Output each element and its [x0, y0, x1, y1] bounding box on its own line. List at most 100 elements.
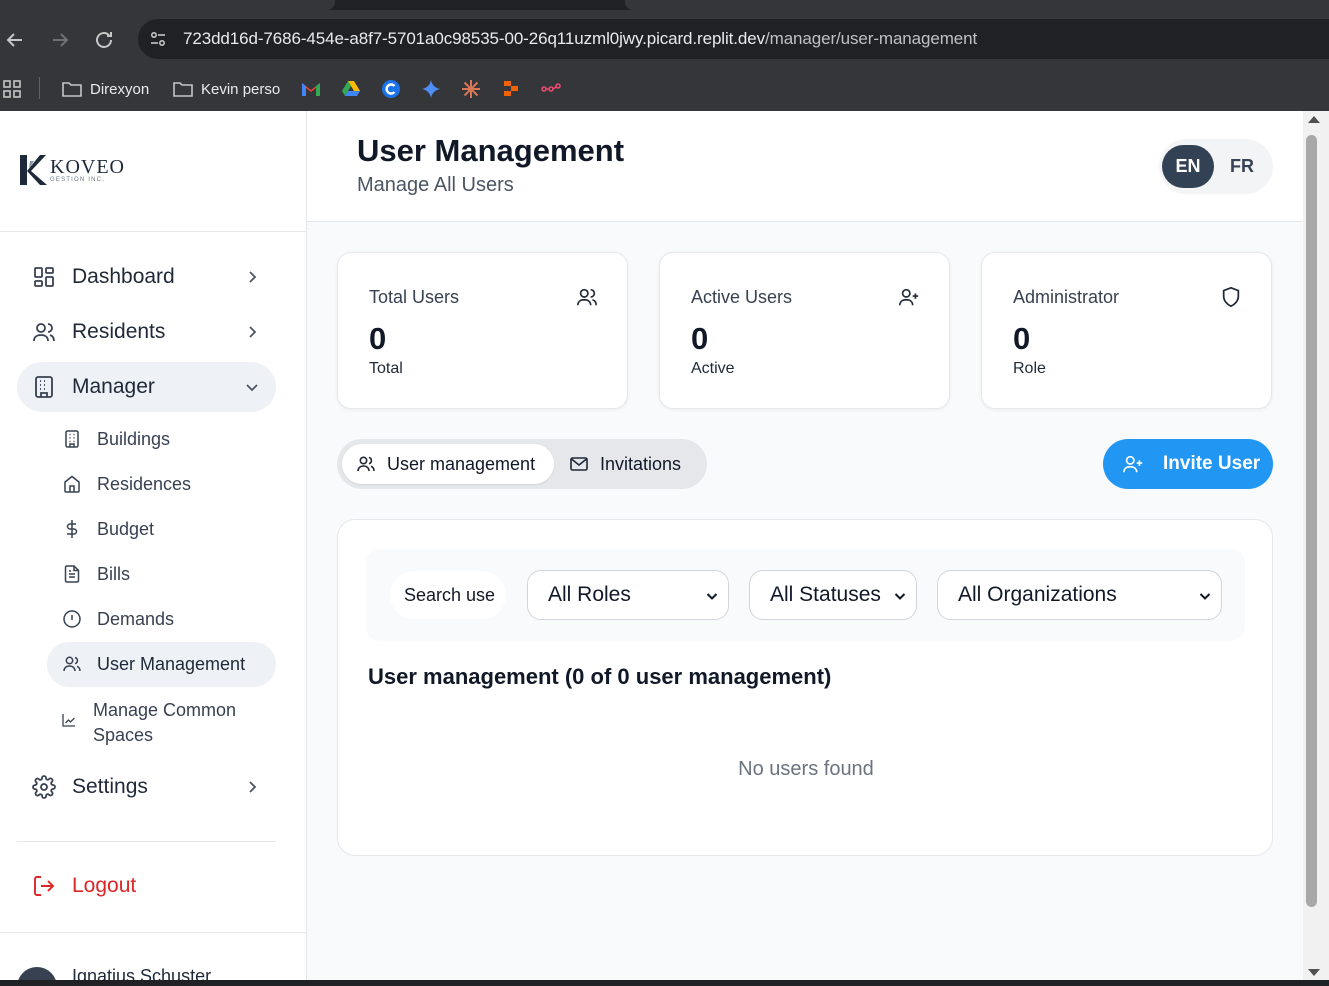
users-icon: [576, 286, 598, 308]
stat-title: Active Users: [691, 287, 793, 307]
results-title: User management (0 of 0 user management): [368, 664, 832, 689]
logo-wordmark: KOVEO GESTION INC.: [50, 157, 125, 184]
users-icon: [32, 320, 56, 344]
organizations-select-value: All Organizations: [958, 583, 1117, 606]
n8n-icon[interactable]: [541, 76, 561, 102]
c-app-icon[interactable]: [381, 76, 401, 102]
chevron-down-icon: [242, 377, 262, 397]
bookmark-direxyon[interactable]: Direxyon: [62, 76, 149, 102]
logout-label: Logout: [72, 874, 137, 897]
browser-toolbar: 723dd16d-7686-454e-a8f7-5701a0c98535-00-…: [0, 10, 1329, 68]
logo-tagline: GESTION INC.: [50, 176, 106, 183]
page-header: User Management Manage All Users EN FR: [307, 111, 1303, 222]
koveo-logo-mark: [20, 155, 47, 185]
empty-state-message: No users found: [738, 758, 874, 780]
sidebar-divider: [17, 841, 276, 842]
scrollbar-thumb[interactable]: [1306, 135, 1317, 907]
organizations-select[interactable]: All Organizations: [937, 570, 1222, 620]
claude-icon[interactable]: [461, 76, 481, 102]
file-text-icon: [62, 564, 82, 584]
apps-grid-icon[interactable]: [2, 76, 22, 102]
url-text[interactable]: 723dd16d-7686-454e-a8f7-5701a0c98535-00-…: [183, 29, 977, 49]
scroll-down-arrow-icon[interactable]: [1308, 969, 1320, 976]
stat-title: Total Users: [369, 287, 460, 307]
site-info-icon[interactable]: [148, 29, 168, 49]
folder-icon: [62, 79, 82, 99]
language-en-button[interactable]: EN: [1162, 145, 1214, 188]
common-spaces-line2: Spaces: [93, 725, 154, 745]
building-icon: [32, 375, 56, 399]
bookmark-kevin-perso[interactable]: Kevin perso: [173, 76, 280, 102]
home-icon: [62, 474, 82, 494]
replit-icon[interactable]: [501, 76, 521, 102]
stat-value: 0: [369, 321, 387, 356]
koveo-logo[interactable]: KOVEO GESTION INC.: [18, 153, 125, 187]
search-input-wrapper[interactable]: [390, 571, 506, 619]
sidebar-item-manager[interactable]: Manager: [17, 362, 276, 412]
user-plus-icon: [1122, 453, 1144, 475]
tabs: User management Invitations: [337, 439, 707, 489]
chevron-down-icon: [704, 588, 720, 604]
sidebar-item-dashboard[interactable]: Dashboard: [17, 252, 276, 302]
forward-arrow-icon[interactable]: [48, 28, 72, 52]
sidebar-subitem-label: Manage Common Spaces: [93, 698, 236, 748]
chart-icon: [62, 713, 82, 733]
bottom-edge: [0, 980, 1329, 986]
reload-icon[interactable]: [92, 28, 116, 52]
sidebar-item-settings[interactable]: Settings: [17, 762, 276, 812]
sidebar-subitem-common-spaces[interactable]: Manage Common Spaces: [47, 696, 276, 751]
invite-user-label: Invite User: [1163, 453, 1261, 474]
building-icon: [62, 429, 82, 449]
sidebar-item-label: Dashboard: [72, 265, 175, 288]
search-input[interactable]: [404, 583, 494, 607]
google-drive-icon[interactable]: [341, 76, 361, 102]
page-scrollbar[interactable]: [1303, 111, 1329, 986]
shield-icon: [1220, 286, 1242, 308]
tab-invitations[interactable]: Invitations: [562, 444, 702, 484]
tab-user-management[interactable]: User management: [342, 444, 554, 484]
user-plus-icon: [898, 286, 920, 308]
browser-tab-other[interactable]: [625, 0, 1329, 10]
sidebar-subitem-buildings[interactable]: Buildings: [47, 417, 276, 462]
back-arrow-icon[interactable]: [3, 28, 27, 52]
roles-select[interactable]: All Roles: [527, 570, 729, 620]
language-fr-button[interactable]: FR: [1216, 145, 1268, 188]
bookmarks-bar: Direxyon Kevin perso: [0, 68, 1329, 111]
sidebar-item-residents[interactable]: Residents: [17, 307, 276, 357]
users-icon: [356, 454, 376, 474]
logout-button[interactable]: Logout: [17, 861, 276, 911]
users-icon: [62, 654, 82, 674]
url-path: /manager/user-management: [765, 29, 978, 48]
scroll-up-arrow-icon[interactable]: [1308, 116, 1320, 123]
chevron-down-icon: [892, 588, 908, 604]
sidebar-divider: [0, 231, 306, 232]
sidebar-subitem-label: User Management: [97, 654, 246, 674]
browser-tab-strip: [0, 0, 1329, 10]
gemini-icon[interactable]: [421, 76, 441, 102]
sidebar-subitem-demands[interactable]: Demands: [47, 597, 276, 642]
sidebar-subitem-residences[interactable]: Residences: [47, 462, 276, 507]
page-subtitle: Manage All Users: [357, 174, 514, 196]
stat-caption: Active: [691, 360, 735, 377]
invite-user-button[interactable]: Invite User: [1103, 439, 1273, 489]
browser-tab-active[interactable]: [0, 0, 335, 10]
stat-card-administrator: Administrator 0 Role: [981, 252, 1272, 409]
stat-caption: Total: [369, 360, 403, 377]
url-host: 723dd16d-7686-454e-a8f7-5701a0c98535-00-…: [183, 29, 766, 48]
stat-value: 0: [1013, 321, 1031, 356]
sidebar-subitem-user-management[interactable]: User Management: [47, 642, 276, 687]
sidebar-subitem-bills[interactable]: Bills: [47, 552, 276, 597]
gmail-icon[interactable]: [301, 76, 321, 102]
filter-bar: All Roles All Statuses All Organizations: [366, 549, 1245, 641]
sidebar-subitem-label: Bills: [97, 564, 131, 584]
dollar-sign-icon: [62, 519, 82, 539]
page-title: User Management: [357, 133, 625, 168]
bookmark-label: Kevin perso: [201, 80, 281, 98]
folder-icon: [173, 79, 193, 99]
statuses-select[interactable]: All Statuses: [749, 570, 917, 620]
sidebar-item-label: Residents: [72, 320, 166, 343]
address-bar[interactable]: 723dd16d-7686-454e-a8f7-5701a0c98535-00-…: [138, 19, 1329, 59]
chevron-right-icon: [242, 777, 262, 797]
sidebar-subitem-budget[interactable]: Budget: [47, 507, 276, 552]
sidebar-subitem-label: Residences: [97, 474, 192, 494]
